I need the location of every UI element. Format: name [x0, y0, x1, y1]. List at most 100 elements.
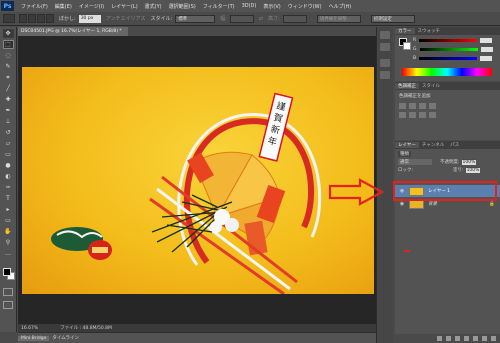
adjustment-icons-row-1 [399, 103, 500, 109]
width-input[interactable] [229, 14, 254, 23]
feather-input[interactable]: 30 px [78, 14, 101, 23]
refine-edge-button[interactable]: 境界線を調整... [316, 14, 361, 23]
exposure-icon[interactable] [429, 103, 436, 109]
swap-icon[interactable]: ⇄ [259, 16, 263, 22]
color-spectrum[interactable] [402, 68, 492, 76]
link-layers-icon[interactable] [437, 336, 442, 341]
highlight-box [393, 181, 497, 201]
quick-select-tool-icon[interactable]: ✎ [3, 62, 14, 71]
menu-select[interactable]: 選択範囲(S) [169, 3, 196, 10]
tab-color[interactable]: カラー [395, 28, 415, 34]
character-panel-icon[interactable] [380, 59, 390, 67]
hand-tool-icon[interactable]: ✋ [3, 227, 14, 236]
zoom-tool-icon[interactable]: ⚲ [3, 238, 14, 247]
menu-file[interactable]: ファイル(F) [21, 3, 48, 10]
menu-window[interactable]: ウィンドウ(W) [288, 3, 322, 10]
style-select[interactable]: 標準 [175, 14, 216, 23]
green-slider[interactable]: G [413, 47, 500, 52]
layer-filter-row: 種類 [398, 151, 500, 157]
quick-mask-icon[interactable] [3, 288, 13, 296]
intersect-selection-icon[interactable] [46, 14, 54, 23]
more-tools-icon[interactable]: … [3, 249, 14, 258]
path-select-icon[interactable]: ▸ [3, 205, 14, 214]
history-panel-icon[interactable] [380, 31, 390, 39]
layers-footer [395, 334, 500, 343]
tool-preset-picker[interactable] [3, 14, 15, 23]
clone-stamp-icon[interactable]: ⊥ [3, 117, 14, 126]
layer-style-icon[interactable] [446, 336, 451, 341]
blend-mode-select[interactable]: 通常 [398, 159, 432, 165]
image-canvas[interactable]: 謹 賀 新 年 [22, 67, 374, 294]
color-panel: カラー スウォッチ R G B [395, 27, 500, 81]
layer-name[interactable]: 背景 [428, 201, 437, 207]
subtract-selection-icon[interactable] [37, 14, 45, 23]
menu-3d[interactable]: 3D(D) [242, 3, 257, 9]
eraser-tool-icon[interactable]: ▱ [3, 139, 14, 148]
menu-view[interactable]: 表示(V) [263, 3, 280, 10]
blue-slider[interactable]: B [413, 56, 500, 61]
move-tool-icon[interactable]: ✥ [2, 29, 14, 38]
tab-layers[interactable]: レイヤー [395, 142, 419, 148]
zoom-level[interactable]: 16.67% [21, 326, 38, 331]
history-brush-icon[interactable]: ↺ [3, 128, 14, 137]
vibrance-icon[interactable] [399, 112, 406, 118]
opacity-label: 不透明度: [440, 160, 460, 165]
opacity-input[interactable]: 100% [461, 159, 477, 165]
menu-help[interactable]: ヘルプ(H) [329, 3, 352, 10]
add-selection-icon[interactable] [28, 14, 36, 23]
color-balance-icon[interactable] [419, 112, 426, 118]
healing-brush-icon[interactable]: ✚ [3, 95, 14, 104]
document-tab[interactable]: DSC04501.JPG @ 16.7%(レイヤー 1, RGB/8) * [18, 27, 128, 36]
workspace-select[interactable]: 初期設定 [370, 14, 415, 23]
bw-icon[interactable] [429, 112, 436, 118]
tab-styles[interactable]: スタイル [419, 83, 443, 89]
tab-swatches[interactable]: スウォッチ [415, 28, 444, 34]
adjustment-icons-row-2 [399, 112, 500, 118]
menu-layer[interactable]: レイヤー(L) [111, 3, 138, 10]
hue-icon[interactable] [409, 112, 416, 118]
screen-mode-icon[interactable] [3, 301, 13, 309]
dodge-tool-icon[interactable]: ◐ [3, 172, 14, 181]
pen-tool-icon[interactable]: ✑ [3, 183, 14, 192]
curves-icon[interactable] [419, 103, 426, 109]
menu-image[interactable]: イメージ(I) [79, 3, 104, 10]
filter-kind-select[interactable]: 種類 [398, 151, 411, 157]
fill-input[interactable]: 100% [465, 167, 481, 173]
paragraph-panel-icon[interactable] [380, 71, 390, 79]
tab-adjustments[interactable]: 色調補正 [395, 83, 419, 89]
crop-tool-icon[interactable]: ⌗ [3, 73, 14, 82]
color-bg-swatch[interactable] [403, 42, 411, 50]
delete-layer-icon[interactable] [491, 336, 496, 341]
properties-panel-icon[interactable] [380, 43, 390, 51]
brush-tool-icon[interactable]: ✒ [3, 106, 14, 115]
menu-type[interactable]: 書式(Y) [145, 3, 162, 10]
layer-mask-icon[interactable] [455, 336, 460, 341]
tab-channels[interactable]: チャンネル [419, 142, 447, 148]
shape-tool-icon[interactable]: ▭ [3, 216, 14, 225]
red-slider[interactable]: R [413, 38, 500, 43]
adjustment-layer-icon[interactable] [464, 336, 469, 341]
height-input[interactable] [282, 14, 307, 23]
marquee-tool-icon[interactable]: ⬚ [2, 40, 14, 49]
tab-timeline[interactable]: タイムライン [49, 335, 82, 341]
blur-tool-icon[interactable]: ● [3, 161, 14, 170]
tab-mini-bridge[interactable]: Mini Bridge [18, 335, 50, 341]
gradient-tool-icon[interactable]: ▭ [3, 150, 14, 159]
height-label: 高さ: [268, 16, 280, 22]
type-tool-icon[interactable]: T [3, 194, 14, 203]
group-icon[interactable] [473, 336, 478, 341]
menu-edit[interactable]: 編集(E) [55, 3, 72, 10]
eyedropper-tool-icon[interactable]: ╱ [3, 84, 14, 93]
foreground-color-swatch[interactable] [3, 268, 11, 276]
tab-paths[interactable]: パス [447, 142, 462, 148]
photoshop-logo: Ps [1, 1, 14, 11]
lasso-tool-icon[interactable]: ◌ [3, 51, 14, 60]
new-layer-icon[interactable] [482, 336, 487, 341]
visibility-eye-icon[interactable]: ◉ [398, 200, 406, 208]
menu-filter[interactable]: フィルター(T) [203, 3, 235, 10]
width-label: 幅: [220, 16, 227, 22]
brightness-icon[interactable] [399, 103, 406, 109]
new-selection-icon[interactable] [19, 14, 27, 23]
levels-icon[interactable] [409, 103, 416, 109]
antialias-checkbox[interactable]: アンチエイリアス [106, 15, 146, 22]
